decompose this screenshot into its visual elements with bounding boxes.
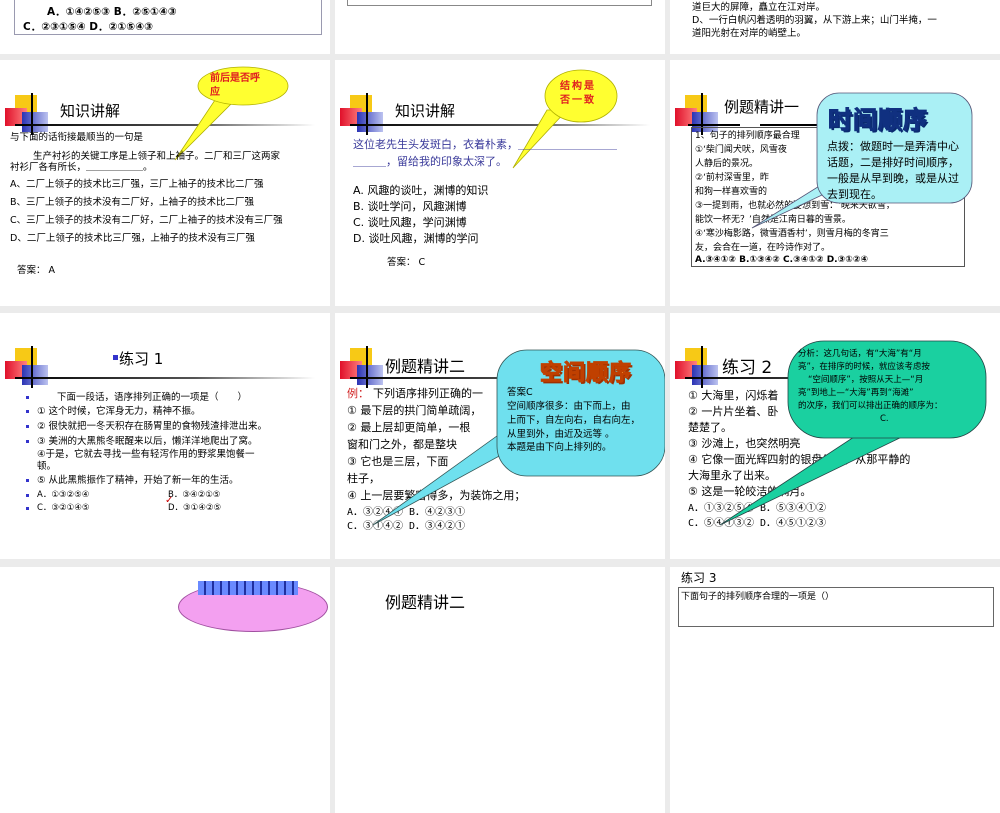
- slide-decoration-icon: [5, 346, 50, 388]
- list-item: ⑤ 从此黑熊振作了精神，开始了新一年的生活。: [37, 475, 239, 486]
- option-a: A、二厂上领子的技术比三厂强，三厂上袖子的技术比二厂强: [10, 179, 264, 190]
- title-divider: [15, 377, 315, 379]
- answer-text: 答案： C: [387, 257, 426, 268]
- slide-thumbnail[interactable]: 知识讲解 前后是否呼应 与下面的话衔接最顺当的一句是 生产衬衫的关键工序是上领子…: [0, 60, 330, 306]
- callout-line: 的次序，我们可以排出正确的顺序为：: [798, 401, 943, 411]
- callout-line: “空间顺序”，按照从天上—“月: [808, 375, 924, 385]
- question-text: 与下面的话衔接最顺当的一句是: [10, 132, 144, 143]
- option-d: D. 谈吐风趣，渊博的学问: [353, 232, 479, 245]
- text-line: D、一行白帆闪着透明的羽翼，从下游上来；山门半掩，一: [692, 15, 937, 26]
- list-item: 顿。: [37, 461, 57, 472]
- option-b: B. 谈吐学问，风趣渊博: [353, 200, 467, 213]
- slide-title: 练习 3: [681, 571, 717, 585]
- callout-line: 本题是由下向上排列的。: [507, 442, 612, 453]
- option-c: C．③②①④⑤: [37, 503, 90, 513]
- slide-thumbnail[interactable]: 练习 1 下面一段话，语序排列正确的一项是（ ） ① 这个时候，它浑身无力，精神…: [0, 313, 330, 559]
- callout-line: 亮”到地上—“大海”再到“海滩”: [798, 388, 914, 398]
- question-text: 下面句子的排列顺序合理的一项是（）: [681, 592, 835, 602]
- slide-thumbnail[interactable]: A．①④②⑤③ B．②⑤①④③ C．②③①⑤④ D．②①⑤④③: [0, 0, 330, 54]
- slide-thumbnail[interactable]: 例题精讲二: [335, 567, 665, 813]
- wordart-icon: [198, 581, 298, 595]
- callout-line: C.: [880, 414, 889, 424]
- slide-thumbnail[interactable]: 知识讲解 结构是否一致 这位老先生头发斑白，衣着朴素，＿＿＿＿＿＿＿＿＿ ＿＿＿…: [335, 60, 665, 306]
- hint-line: 话题，二是排好时间顺序，: [827, 156, 959, 169]
- callout-line: 上而下，自左向右，自右向左，: [507, 415, 641, 426]
- answer-text: 答案： A: [17, 265, 56, 276]
- slide-title: 例题精讲二: [385, 593, 466, 612]
- callout-bubble-icon: [372, 349, 665, 526]
- slide-thumbnail[interactable]: [335, 0, 665, 54]
- callout-line: 亮”，在排序的时候，就应该考虑按: [798, 362, 930, 372]
- option-d: D、二厂上领子的技术比三厂强，上袖子的技术没有三厂强: [10, 233, 255, 244]
- callout-line: 空间顺序很多：由下而上，由: [507, 401, 631, 412]
- option-b: B．③④②①⑤: [168, 490, 221, 500]
- callout-line: 答案C: [507, 387, 533, 398]
- hint-line: 一般是从早到晚，或是从过: [827, 172, 959, 185]
- options-line: C．②③①⑤④ D．②①⑤④③: [23, 21, 153, 33]
- hint-line: 点拨：做题时一是弄清中心: [827, 140, 959, 153]
- wordart-title: 时间顺序: [828, 106, 928, 135]
- list-item: 下面一段话，语序排列正确的一项是（ ）: [57, 392, 248, 403]
- text-line: 道巨大的屏障，矗立在江对岸。: [692, 2, 826, 13]
- options-line: A．①④②⑤③ B．②⑤①④③: [47, 6, 177, 18]
- option-a: A．①③②⑤④: [37, 490, 90, 500]
- wordart-title: 空间顺序: [539, 361, 633, 387]
- option-b: B、三厂上领子的技术没有二厂好，上袖子的技术比二厂强: [10, 197, 255, 208]
- list-item: ③ 美洲的大黑熊冬眠醒来以后，懒洋洋地爬出了窝。: [37, 436, 258, 447]
- slide-thumbnail[interactable]: 道巨大的屏障，矗立在江对岸。 D、一行白帆闪着透明的羽翼，从下游上来；山门半掩，…: [670, 0, 1000, 54]
- callout-line: 分析：这几句话，有“大海”有“月: [798, 349, 922, 359]
- slide-thumbnail[interactable]: 练习 3 下面句子的排列顺序合理的一项是（）: [670, 567, 1000, 813]
- option-a: A. 风趣的谈吐，渊博的知识: [353, 184, 489, 197]
- option-c: C. 谈吐风趣，学问渊博: [353, 216, 467, 229]
- text-box: [347, 0, 652, 6]
- slide-thumbnail[interactable]: 例题精讲一 1、句子的排列顺序最合理 ①‘柴门闻犬吠，风雪夜 人静后的景况。 ②…: [670, 60, 1000, 306]
- list-item: ② 很快就把一冬天积存在肠胃里的食物残渣排泄出来。: [37, 421, 268, 432]
- callout-text: 前后是否呼应: [210, 73, 260, 98]
- callout-line: 从里到外，由近及远等 。: [507, 429, 615, 440]
- text-line: 道阳光射在对岸的峭壁上。: [692, 28, 807, 39]
- option-d: D．③①④②⑤: [168, 503, 222, 513]
- question-text: ＿＿＿，留给我的印象太深了。: [353, 155, 507, 168]
- slide-thumbnail[interactable]: [0, 567, 330, 813]
- option-c: C、三厂上领子的技术没有二厂好，二厂上袖子的技术没有三厂强: [10, 215, 283, 226]
- slide-title: 练习 1: [119, 350, 164, 368]
- passage-text: 衬衫厂各有所长，＿＿＿＿＿＿。: [10, 162, 153, 173]
- callout-text: 结构是否一致: [560, 81, 596, 106]
- slide-thumbnail[interactable]: 练习 2 ① 大海里，闪烁着 ② 一片片坐着、卧 楚楚了。 ③ 沙滩上，也突然明…: [670, 313, 1000, 559]
- hint-line: 去到现在。: [827, 188, 882, 201]
- question-text: 这位老先生头发斑白，衣着朴素，＿＿＿＿＿＿＿＿＿: [353, 138, 617, 151]
- list-item: ④于是，它就去寻找一些有轻泻作用的野浆果饱餐一: [37, 449, 255, 460]
- slide-thumbnail[interactable]: 例题精讲二 例： 下列语序排列正确的一 ① 最下层的拱门简单疏阔， ② 最上层却…: [335, 313, 665, 559]
- list-item: ① 这个时候，它浑身无力，精神不振。: [37, 406, 201, 417]
- checkmark-icon: ✓: [165, 495, 174, 506]
- bullet-icon: [26, 396, 29, 399]
- bullet-icon: [113, 355, 118, 360]
